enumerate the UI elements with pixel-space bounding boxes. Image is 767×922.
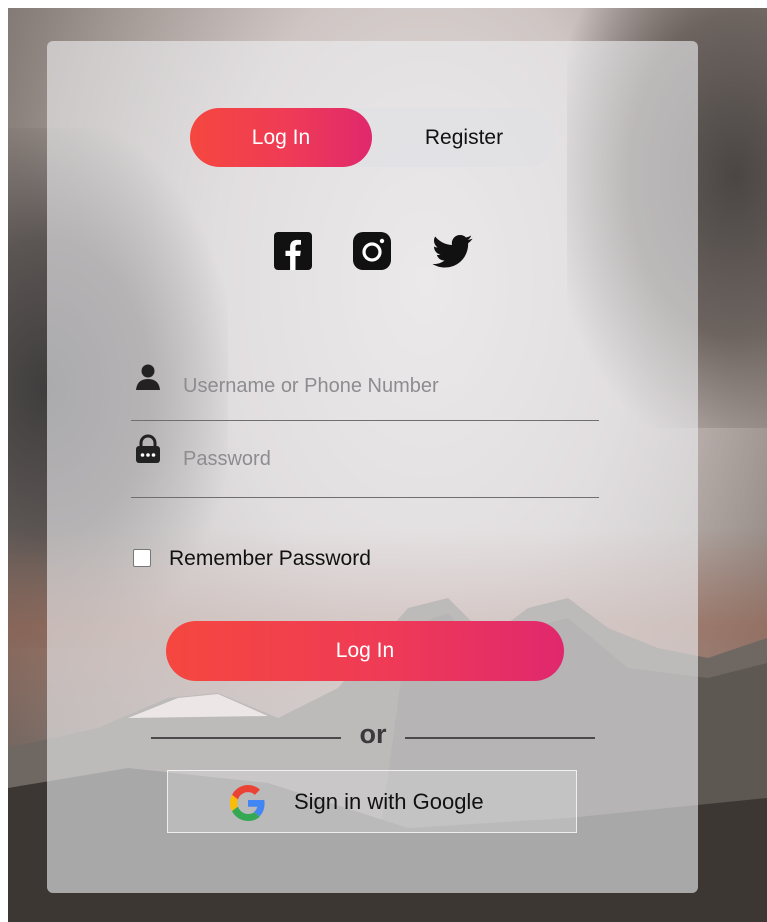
auth-tabs: Log In Register xyxy=(190,108,556,167)
or-divider: or xyxy=(151,719,595,753)
user-icon xyxy=(133,362,163,392)
facebook-icon[interactable] xyxy=(273,231,313,271)
instagram-icon[interactable] xyxy=(352,231,392,271)
twitter-icon[interactable] xyxy=(431,231,475,271)
social-login xyxy=(273,231,483,281)
lock-icon xyxy=(133,434,163,464)
tab-register[interactable]: Register xyxy=(372,108,556,167)
password-field xyxy=(131,434,599,498)
login-button[interactable]: Log In xyxy=(166,621,564,681)
remember-checkbox[interactable] xyxy=(133,549,151,567)
username-input[interactable] xyxy=(181,368,595,404)
login-card: Log In Register Username or Phone Number… xyxy=(47,41,698,893)
password-input[interactable] xyxy=(181,441,595,477)
divider-text: or xyxy=(359,719,387,749)
username-field xyxy=(131,360,599,421)
tab-login[interactable]: Log In xyxy=(190,108,372,167)
google-signin-label: Sign in with Google xyxy=(294,789,484,814)
divider-line-right xyxy=(405,737,595,739)
divider-line-left xyxy=(151,737,341,739)
google-signin-button[interactable]: Sign in with Google xyxy=(167,770,577,833)
remember-label: Remember Password xyxy=(169,547,371,570)
google-icon xyxy=(230,785,266,821)
